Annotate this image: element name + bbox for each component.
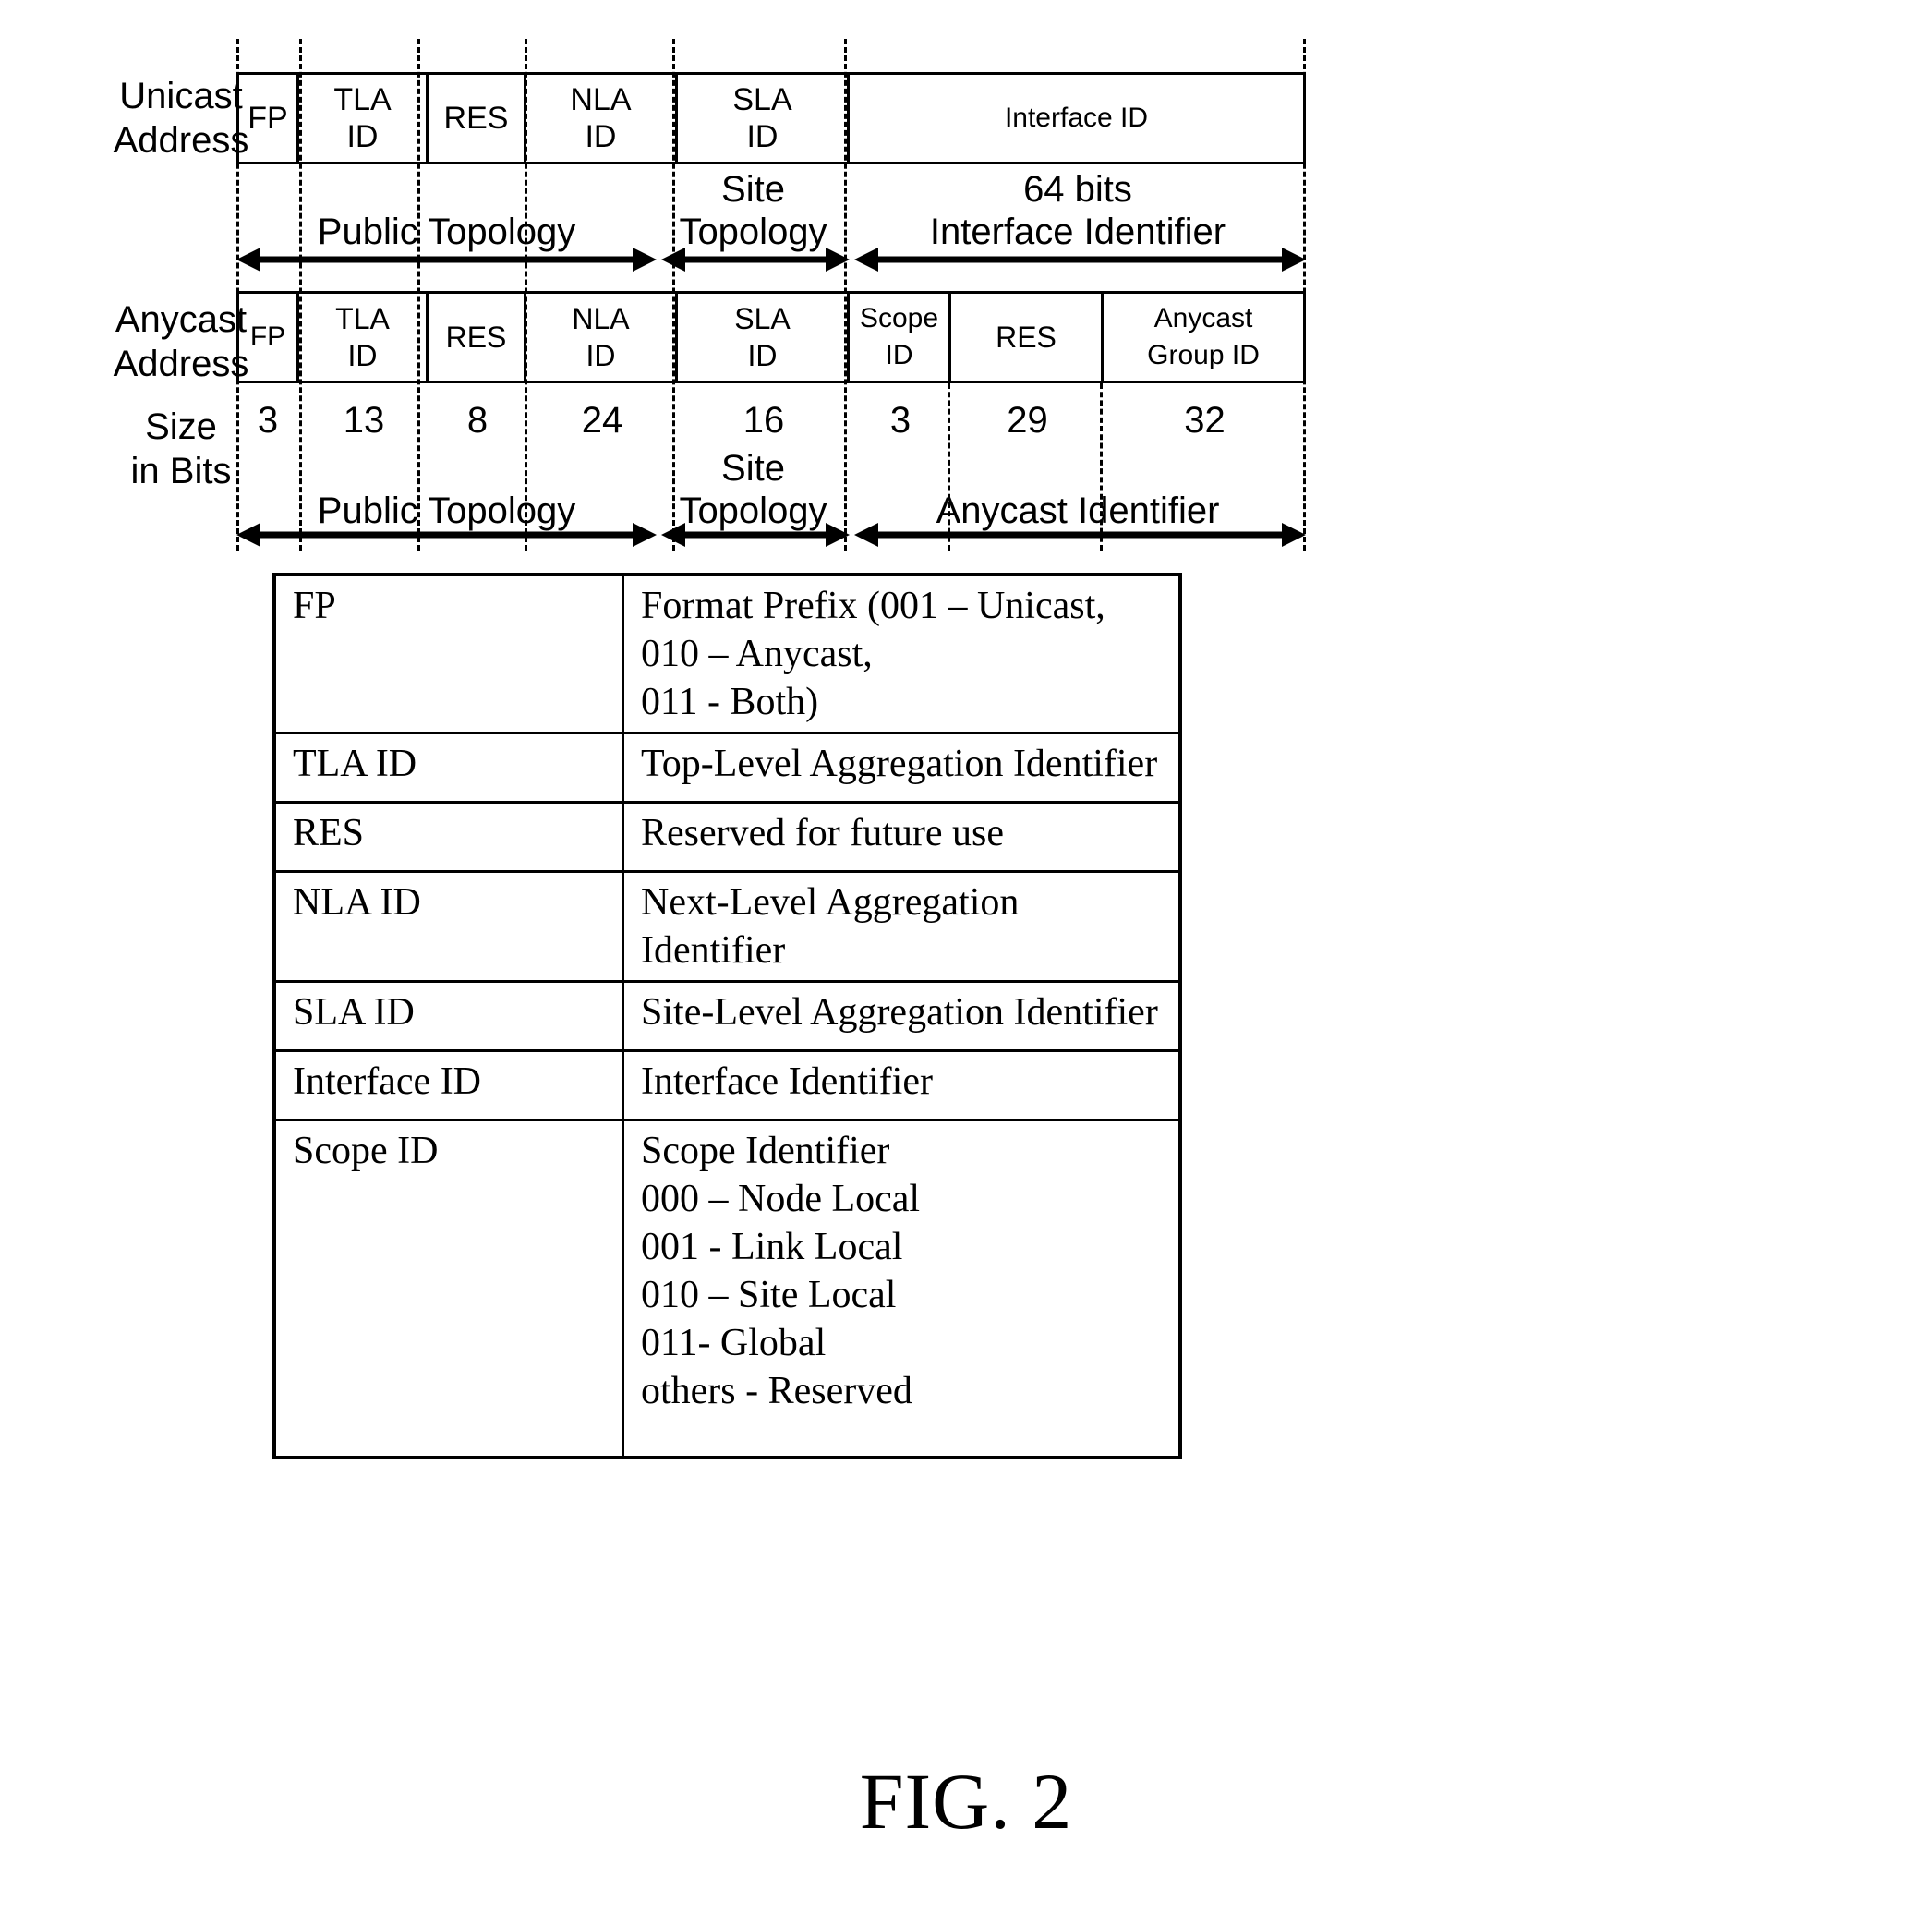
size-value-scope-id: 3 [889,400,912,441]
size-value-anycast-group-id: 32 [1184,400,1226,441]
anycast-field-row: FP TLA ID RES NLA ID SLA ID Scope ID RES… [236,291,1306,383]
anycast-field-res-2: RES [951,294,1104,381]
unicast-arrow-site-topology [661,248,850,272]
legend-description-fp: Format Prefix (001 – Unicast, 010 – Anyc… [622,573,1182,734]
size-value-tla-id: 13 [343,400,385,441]
size-value-sla-id: 16 [743,400,785,441]
size-value-fp: 3 [257,400,279,441]
anycast-field-scope-id: Scope ID [850,294,951,381]
anycast-field-anycast-group-id: Anycast Group ID [1104,294,1306,381]
unicast-field-interface-id: Interface ID [850,75,1306,162]
unicast-band-interface-identifier: 64 bits Interface Identifier [929,169,1226,252]
anycast-band-site-topology: Site Topology [679,448,827,531]
legend-row-sla-id: SLA ID Site-Level Aggregation Identifier [272,980,1182,1052]
guide-line-6 [948,383,950,551]
legend-description-sla-id: Site-Level Aggregation Identifier [622,980,1182,1052]
legend-term-fp: FP [272,573,624,734]
legend-row-res: RES Reserved for future use [272,801,1182,873]
legend-row-fp: FP Format Prefix (001 – Unicast, 010 – A… [272,573,1182,734]
anycast-band-anycast-identifier: Anycast Identifier [936,490,1220,531]
figure-caption: FIG. 2 [859,1757,1073,1846]
legend-row-interface-id: Interface ID Interface Identifier [272,1049,1182,1121]
guide-line-5 [844,39,847,551]
unicast-field-row: FP TLA ID RES NLA ID SLA ID Interface ID [236,72,1306,164]
unicast-arrow-interface-identifier [854,248,1306,272]
anycast-field-nla-id: NLA ID [526,294,678,381]
unicast-field-sla-id: SLA ID [678,75,850,162]
anycast-field-tla-id: TLA ID [299,294,429,381]
legend-description-nla-id: Next-Level Aggregation Identifier [622,870,1182,983]
unicast-field-fp: FP [236,75,299,162]
anycast-field-res: RES [429,294,526,381]
size-value-res: 8 [466,400,489,441]
guide-line-2 [417,39,420,551]
legend-term-interface-id: Interface ID [272,1049,624,1121]
guide-line-8 [1303,39,1306,551]
anycast-field-fp: FP [236,294,299,381]
anycast-field-sla-id: SLA ID [678,294,850,381]
guide-line-7 [1100,383,1103,551]
legend-term-scope-id: Scope ID [272,1119,624,1459]
legend-term-res: RES [272,801,624,873]
legend-row-scope-id: Scope ID Scope Identifier 000 – Node Loc… [272,1119,1182,1459]
size-values-row: 3 13 8 24 16 3 29 32 [236,399,1306,451]
legend-term-nla-id: NLA ID [272,870,624,983]
unicast-band-site-topology: Site Topology [679,169,827,252]
legend-description-tla-id: Top-Level Aggregation Identifier [622,732,1182,804]
legend-term-tla-id: TLA ID [272,732,624,804]
legend-row-tla-id: TLA ID Top-Level Aggregation Identifier [272,732,1182,804]
legend-description-scope-id: Scope Identifier 000 – Node Local 001 - … [622,1119,1182,1459]
unicast-field-res: RES [429,75,526,162]
guide-line-1 [299,39,302,551]
unicast-field-tla-id: TLA ID [299,75,429,162]
unicast-band-row: Public Topology Site Topology 64 bits In… [236,169,1306,253]
guide-line-3 [525,39,527,551]
legend-table: FP Format Prefix (001 – Unicast, 010 – A… [272,573,1182,1459]
guide-line-4 [672,39,675,551]
anycast-band-row: Public Topology Site Topology Anycast Id… [236,448,1306,532]
anycast-arrow-site-topology [661,523,850,547]
guide-line-0 [236,39,239,551]
anycast-arrow-anycast-identifier [854,523,1306,547]
size-value-nla-id: 24 [581,400,623,441]
legend-term-sla-id: SLA ID [272,980,624,1052]
legend-description-interface-id: Interface Identifier [622,1049,1182,1121]
legend-description-res: Reserved for future use [622,801,1182,873]
unicast-field-nla-id: NLA ID [526,75,678,162]
legend-row-nla-id: NLA ID Next-Level Aggregation Identifier [272,870,1182,983]
size-value-res-2: 29 [1007,400,1048,441]
